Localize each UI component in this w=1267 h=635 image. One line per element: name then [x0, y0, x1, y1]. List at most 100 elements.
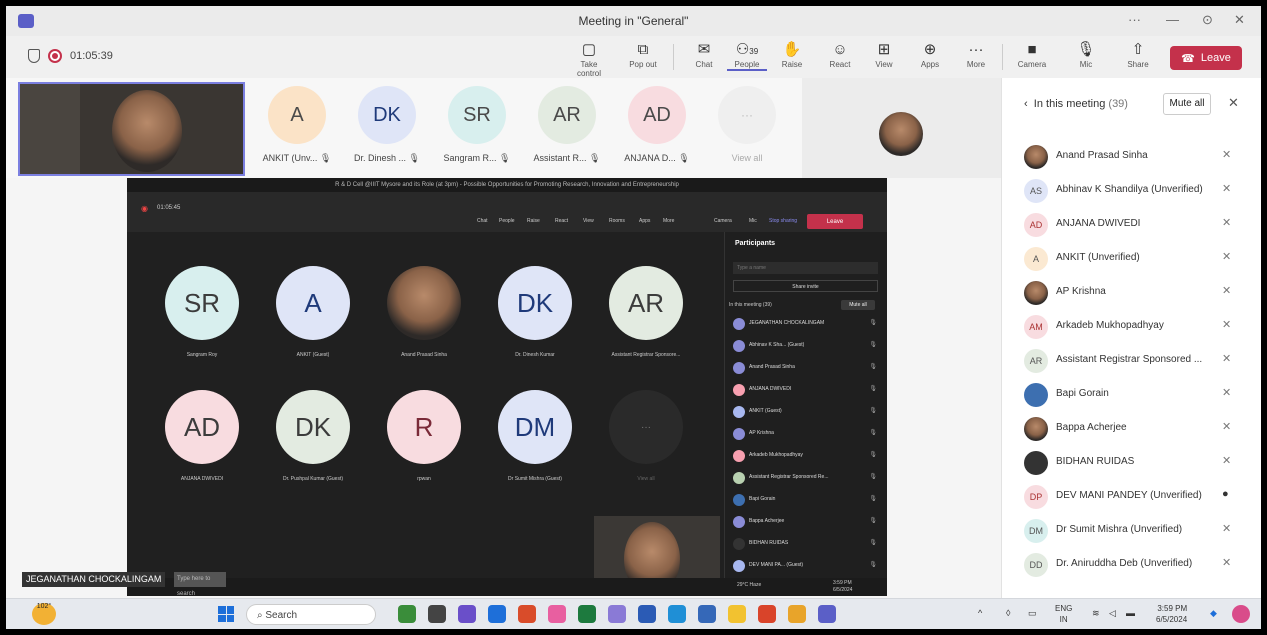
view-all-tile[interactable]: ··· View all — [702, 86, 792, 171]
avatar — [733, 384, 745, 396]
app-icon[interactable] — [458, 605, 476, 623]
taskbar-search[interactable]: ⌕ Search — [246, 604, 376, 625]
mute-all-button[interactable]: Mute all — [1163, 93, 1211, 115]
app-tray-icon[interactable]: ◊ — [1006, 608, 1010, 618]
clock-time: 3:59 PM — [1157, 604, 1188, 613]
mic-off-icon[interactable]: ✕ — [1222, 148, 1231, 161]
participant-row[interactable]: Anand Prasad Sinha ✕ — [1024, 142, 1254, 172]
participant-name: Sangram Roy — [186, 352, 218, 358]
avatar — [733, 318, 745, 330]
mic-off-icon[interactable]: ✕ — [1222, 250, 1231, 263]
people-icon: ⚇39 — [727, 40, 767, 60]
language-indicator[interactable]: ENG IN — [1055, 603, 1072, 625]
gallery-tile[interactable]: A ANKIT (Unv... 🎙 — [252, 86, 342, 171]
pop-out-button[interactable]: ⧉ Pop out — [623, 40, 663, 69]
teams-icon[interactable] — [818, 605, 836, 623]
participant-row[interactable]: BIDHAN RUIDAS ✕ — [1024, 448, 1254, 478]
participant-row[interactable]: AD ANJANA DWIVEDI ✕ — [1024, 210, 1254, 240]
participant-name: Assistant Registrar Sponsored ... — [1056, 354, 1203, 365]
apps-button[interactable]: ⊕ Apps — [910, 40, 950, 69]
app-icon[interactable] — [548, 605, 566, 623]
participant-name: Dr. Dinesh ... 🎙 — [342, 153, 432, 164]
leave-label: Leave — [1200, 52, 1231, 64]
app-icon[interactable] — [758, 605, 776, 623]
react-label: React — [829, 60, 851, 69]
leave-button[interactable]: ☎ Leave — [1170, 46, 1242, 70]
mic-button[interactable]: 🎙 Mic — [1066, 40, 1106, 69]
restore-button[interactable]: ⊙ — [1202, 12, 1213, 28]
chevron-up-icon[interactable]: ^ — [978, 608, 982, 618]
wifi-icon[interactable]: ≋ — [1092, 608, 1100, 619]
weather-widget[interactable]: 102° — [32, 603, 56, 625]
mic-off-icon: 🎙 — [869, 430, 877, 436]
mic-off-icon[interactable]: ✕ — [1222, 318, 1231, 331]
edge-icon[interactable] — [668, 605, 686, 623]
region-code: IN — [1059, 615, 1068, 624]
raise-hand-button[interactable]: ✋ Raise — [772, 40, 812, 69]
mic-off-icon: 🎙 — [869, 364, 877, 370]
app-icon[interactable] — [398, 605, 416, 623]
participant-row[interactable]: AM Arkadeb Mukhopadhyay ✕ — [1024, 312, 1254, 342]
participant-row[interactable]: DM Dr Sumit Mishra (Unverified) ✕ — [1024, 516, 1254, 546]
taskbar-clock[interactable]: 3:59 PM 6/5/2024 — [1156, 603, 1187, 625]
app-icon[interactable] — [608, 605, 626, 623]
battery-icon[interactable]: ▬ — [1126, 608, 1135, 618]
app-icon[interactable] — [428, 605, 446, 623]
mic-off-icon[interactable]: ✕ — [1222, 420, 1231, 433]
mic-off-icon[interactable]: ✕ — [1222, 454, 1231, 467]
participant-row[interactable]: AP Krishna ✕ — [1024, 278, 1254, 308]
mic-off-icon: 🎙 — [1076, 41, 1096, 58]
share-button[interactable]: ⇧ Share — [1118, 40, 1158, 69]
participant-row[interactable]: AS Abhinav K Shandilya (Unverified) ✕ — [1024, 176, 1254, 206]
gallery-tile[interactable]: AD ANJANA D... 🎙 — [612, 86, 702, 171]
volume-icon[interactable]: ◁ — [1109, 608, 1116, 619]
app-icon[interactable] — [698, 605, 716, 623]
excel-icon[interactable] — [578, 605, 596, 623]
participant-row[interactable]: DD Dr. Aniruddha Deb (Unverified) ✕ — [1024, 550, 1254, 580]
view-button[interactable]: ⊞ View — [864, 40, 904, 69]
more-icon[interactable]: ··· — [1128, 12, 1141, 27]
camera-button[interactable]: ■ Camera — [1012, 40, 1052, 69]
mic-off-icon[interactable]: ✕ — [1222, 556, 1231, 569]
mic-icon[interactable]: ● — [1222, 488, 1229, 500]
take-control-button[interactable]: ▢ Take control — [569, 40, 609, 78]
start-button[interactable] — [218, 606, 234, 622]
minimize-button[interactable]: — — [1166, 12, 1179, 27]
participant-row[interactable]: AR Assistant Registrar Sponsored ... ✕ — [1024, 346, 1254, 376]
shared-participant-row: JEGANATHAN CHOCKALINGAM 🎙 — [733, 316, 883, 334]
mail-icon[interactable] — [488, 605, 506, 623]
self-video-tile[interactable] — [18, 82, 245, 176]
mic-off-icon[interactable]: ✕ — [1222, 216, 1231, 229]
panel-header[interactable]: ‹ In this meeting (39) — [1024, 98, 1128, 110]
mic-off-icon[interactable]: ✕ — [1222, 522, 1231, 535]
mic-off-icon[interactable]: ✕ — [1222, 352, 1231, 365]
close-panel-icon[interactable]: ✕ — [1228, 95, 1239, 111]
shared-stop-sharing-label: Stop sharing — [769, 218, 798, 224]
file-explorer-icon[interactable] — [728, 605, 746, 623]
participant-row[interactable]: Bapi Gorain ✕ — [1024, 380, 1254, 410]
participant-row[interactable]: Bappa Acherjee ✕ — [1024, 414, 1254, 444]
close-button[interactable]: ✕ — [1234, 12, 1245, 28]
gallery-tile[interactable]: DK Dr. Dinesh ... 🎙 — [342, 86, 432, 171]
view-all-label: View all — [637, 476, 655, 482]
more-button[interactable]: ··· More — [956, 40, 996, 69]
gallery-tile[interactable]: SR Sangram R... 🎙 — [432, 86, 522, 171]
avatar — [733, 494, 745, 506]
word-icon[interactable] — [638, 605, 656, 623]
app-icon[interactable] — [518, 605, 536, 623]
mic-off-icon[interactable]: ✕ — [1222, 386, 1231, 399]
chevron-left-icon: ‹ — [1024, 98, 1028, 110]
keyboard-icon[interactable]: ▭ — [1028, 608, 1037, 619]
people-button[interactable]: ⚇39 People — [727, 40, 767, 71]
gallery-tile[interactable]: AR Assistant R... 🎙 — [522, 86, 612, 171]
notification-icon[interactable]: ◆ — [1210, 608, 1217, 619]
participant-row[interactable]: A ANKIT (Unverified) ✕ — [1024, 244, 1254, 274]
mic-off-icon[interactable]: ✕ — [1222, 182, 1231, 195]
react-button[interactable]: ☺ React — [820, 40, 860, 69]
participant-row[interactable]: DP DEV MANI PANDEY (Unverified) ● — [1024, 482, 1254, 512]
chat-button[interactable]: ✉ Chat — [684, 40, 724, 69]
copilot-icon[interactable] — [1232, 605, 1250, 623]
mic-off-icon[interactable]: ✕ — [1222, 284, 1231, 297]
chrome-icon[interactable] — [788, 605, 806, 623]
shared-participant-row: Abhinav K Sha... (Guest) 🎙 — [733, 338, 883, 356]
